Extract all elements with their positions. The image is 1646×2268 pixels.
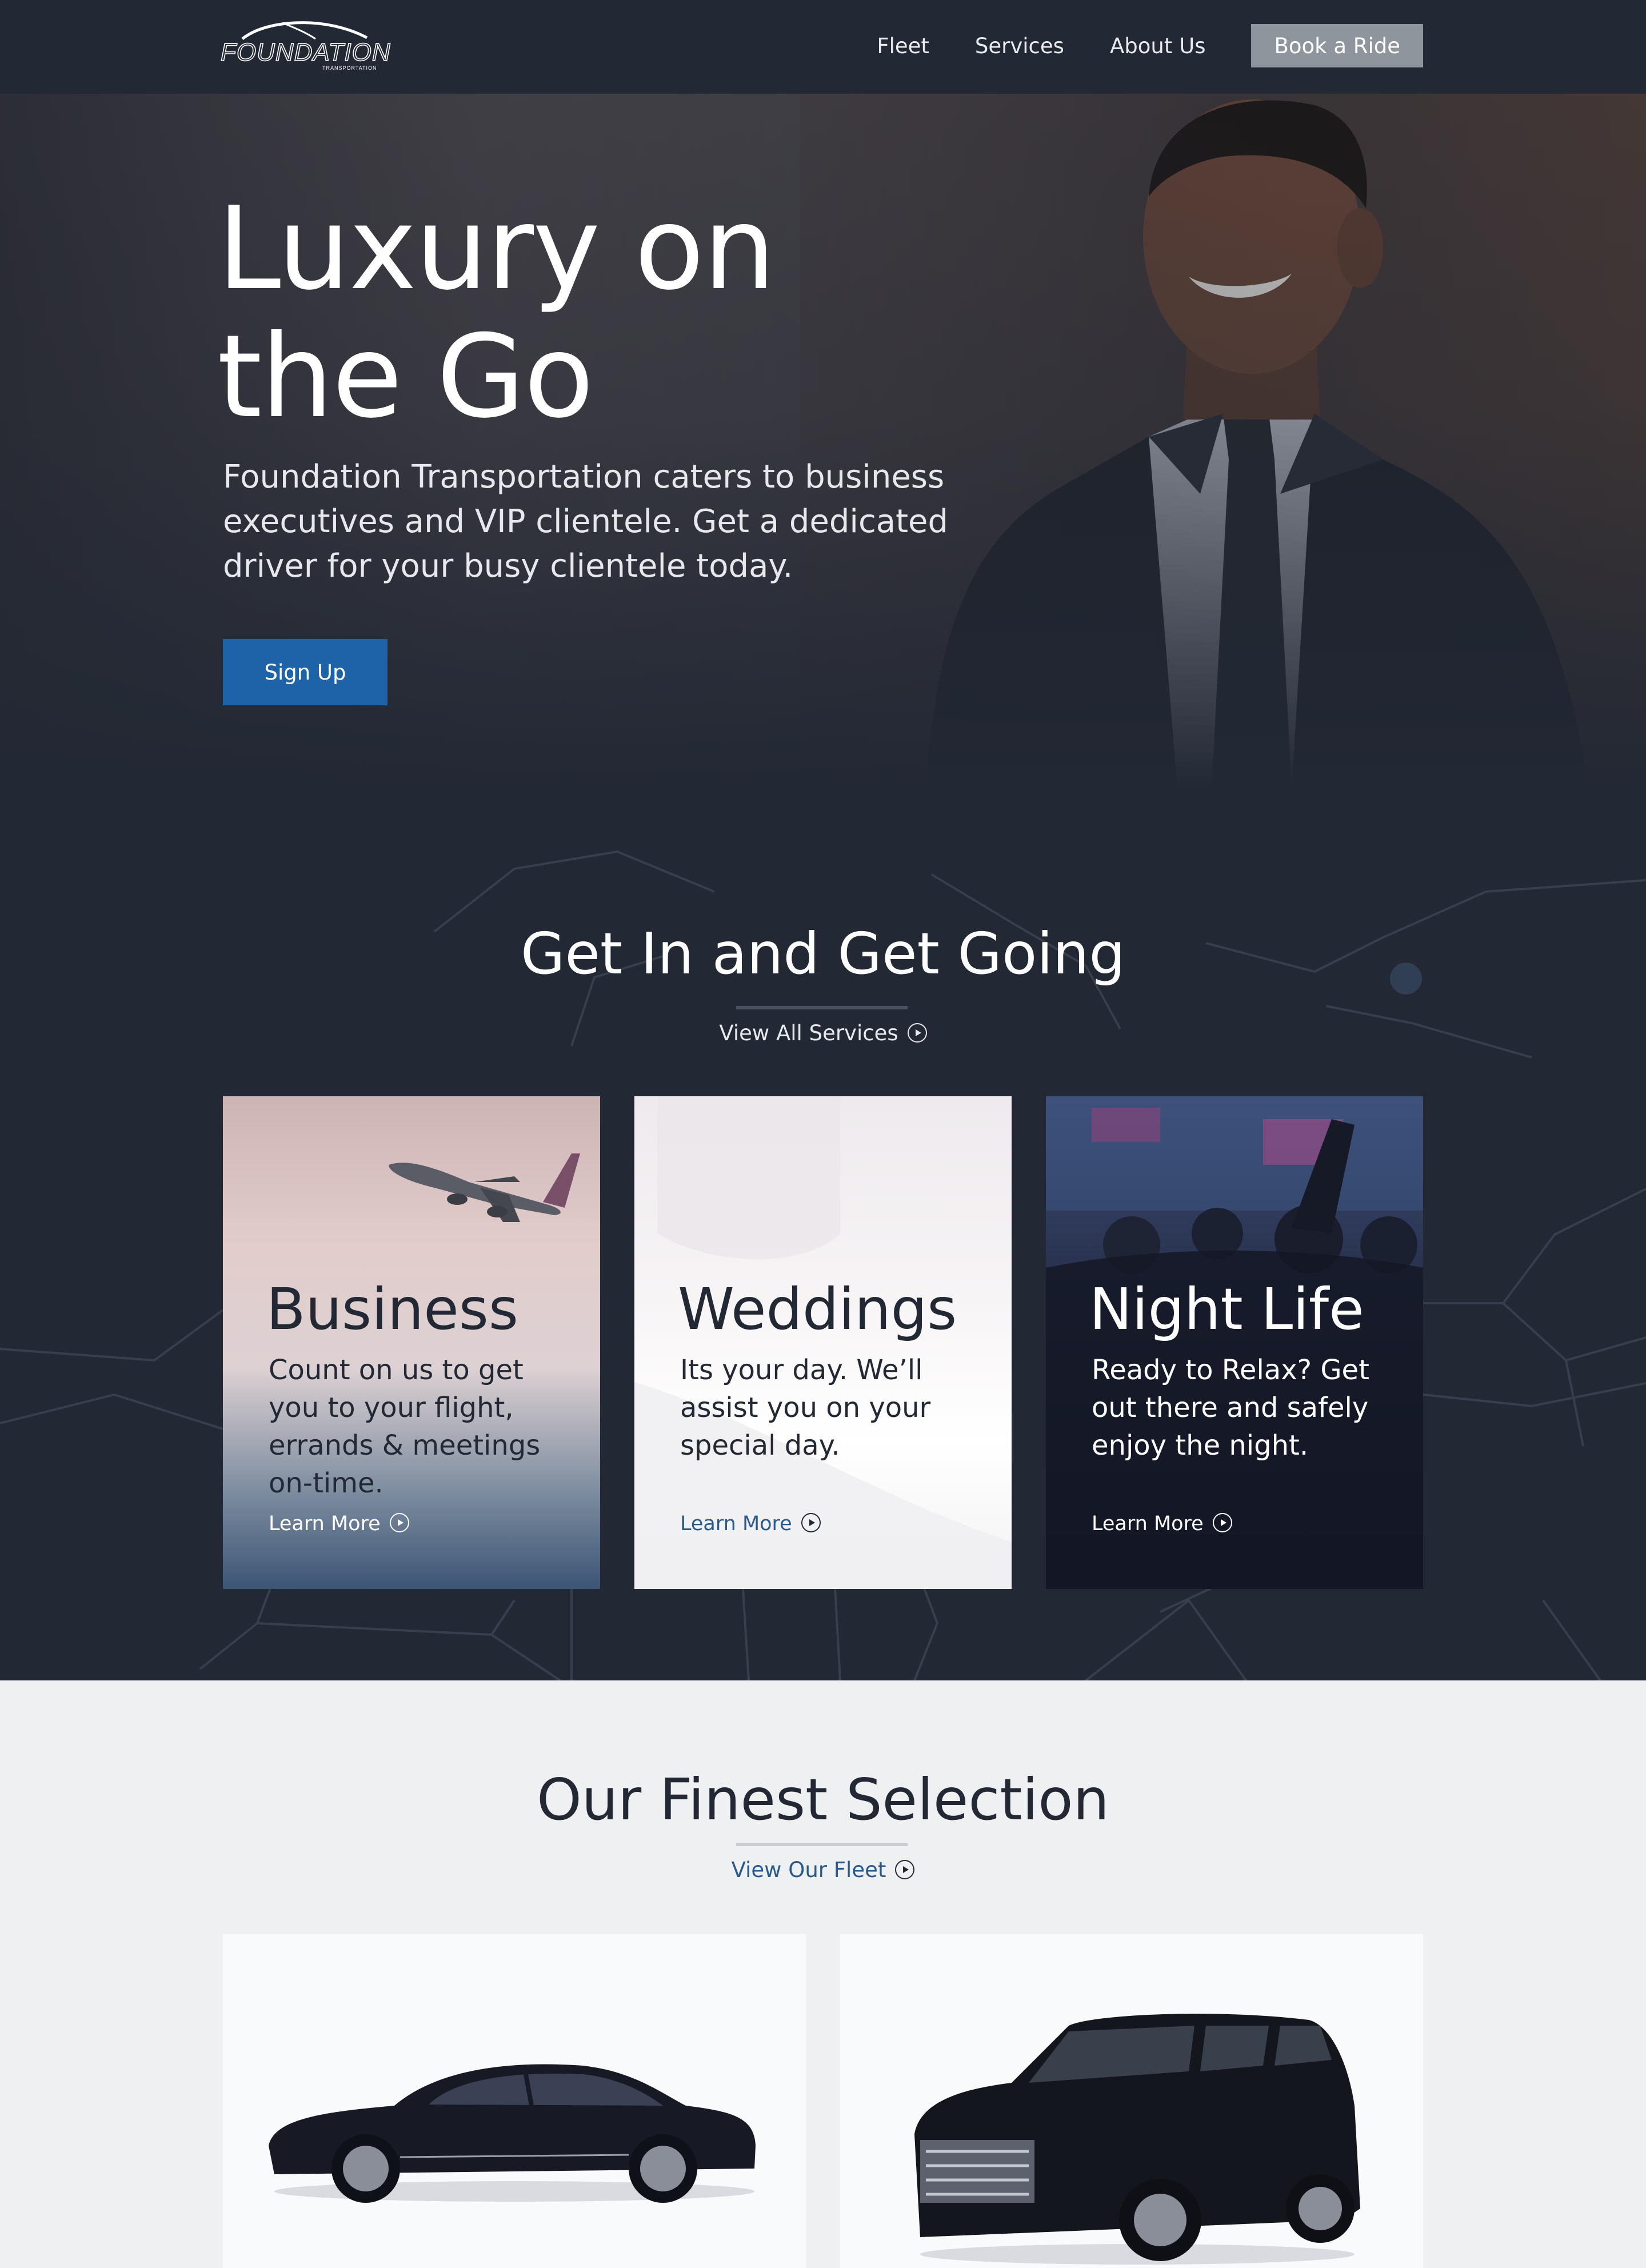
airplane-image bbox=[389, 1153, 580, 1222]
nav-link-services[interactable]: Services bbox=[975, 34, 1064, 58]
play-circle-icon bbox=[907, 1023, 927, 1043]
service-card-weddings[interactable]: Weddings Its your day. We’ll assist you … bbox=[634, 1096, 1012, 1589]
brand-name: FOUNDATION bbox=[221, 38, 391, 66]
play-circle-icon bbox=[389, 1513, 409, 1532]
services-section: Get In and Get Going View All Services B… bbox=[0, 789, 1646, 1680]
fleet-card-sedan[interactable] bbox=[223, 1934, 806, 2268]
learn-more-link[interactable]: Learn More bbox=[269, 1512, 409, 1535]
book-a-ride-button[interactable]: Book a Ride bbox=[1251, 24, 1423, 67]
learn-more-label: Learn More bbox=[1092, 1512, 1204, 1535]
play-circle-icon bbox=[1212, 1513, 1232, 1532]
sign-up-button[interactable]: Sign Up bbox=[223, 639, 387, 705]
nav-link-about-us[interactable]: About Us bbox=[1110, 34, 1206, 58]
view-our-fleet-label: View Our Fleet bbox=[731, 1858, 886, 1882]
learn-more-label: Learn More bbox=[269, 1512, 381, 1535]
brand-logo[interactable]: FOUNDATION TRANSPORTATION bbox=[219, 17, 391, 74]
nav-link-fleet[interactable]: Fleet bbox=[877, 34, 929, 58]
card-title: Business bbox=[266, 1276, 518, 1343]
hero-title: Luxury on the Go bbox=[217, 185, 903, 441]
nav-links: Fleet Services About Us Book a Ride bbox=[877, 24, 1423, 67]
top-navbar: FOUNDATION TRANSPORTATION Fleet Services… bbox=[0, 0, 1646, 94]
fleet-section: Our Finest Selection View Our Fleet bbox=[0, 1680, 1646, 2268]
card-title: Night Life bbox=[1089, 1276, 1364, 1343]
service-card-business[interactable]: Business Count on us to get you to your … bbox=[223, 1096, 600, 1589]
hero-title-line1: Luxury on bbox=[217, 182, 776, 316]
fleet-title-rule bbox=[736, 1843, 908, 1846]
card-text: Count on us to get you to your flight, e… bbox=[269, 1354, 541, 1499]
play-circle-icon bbox=[895, 1859, 915, 1879]
service-card-night-life[interactable]: Night Life Ready to Relax? Get out there… bbox=[1046, 1096, 1423, 1589]
card-title: Weddings bbox=[678, 1276, 957, 1343]
fleet-card-suv[interactable] bbox=[840, 1934, 1423, 2268]
view-all-services-link[interactable]: View All Services bbox=[0, 1021, 1646, 1045]
card-text: Ready to Relax? Get out there and safely… bbox=[1092, 1354, 1369, 1462]
learn-more-link[interactable]: Learn More bbox=[1092, 1512, 1232, 1535]
view-all-services-label: View All Services bbox=[719, 1021, 898, 1045]
play-circle-icon bbox=[801, 1513, 821, 1532]
learn-more-label: Learn More bbox=[680, 1512, 792, 1535]
fleet-title: Our Finest Selection bbox=[537, 1766, 1109, 1833]
card-text: Its your day. We’ll assist you on your s… bbox=[680, 1354, 931, 1462]
black-suv-image bbox=[914, 2014, 1360, 2265]
hero-section: Luxury on the Go Foundation Transportati… bbox=[0, 94, 1646, 789]
black-sedan-image bbox=[269, 2064, 756, 2203]
services-title: Get In and Get Going bbox=[521, 920, 1125, 987]
view-our-fleet-link[interactable]: View Our Fleet bbox=[0, 1858, 1646, 1882]
learn-more-link[interactable]: Learn More bbox=[680, 1512, 821, 1535]
brand-tagline: TRANSPORTATION bbox=[322, 65, 377, 71]
services-title-rule bbox=[736, 1006, 908, 1009]
hero-title-line2: the Go bbox=[217, 310, 594, 444]
hero-subtitle: Foundation Transportation caters to busi… bbox=[223, 458, 949, 585]
